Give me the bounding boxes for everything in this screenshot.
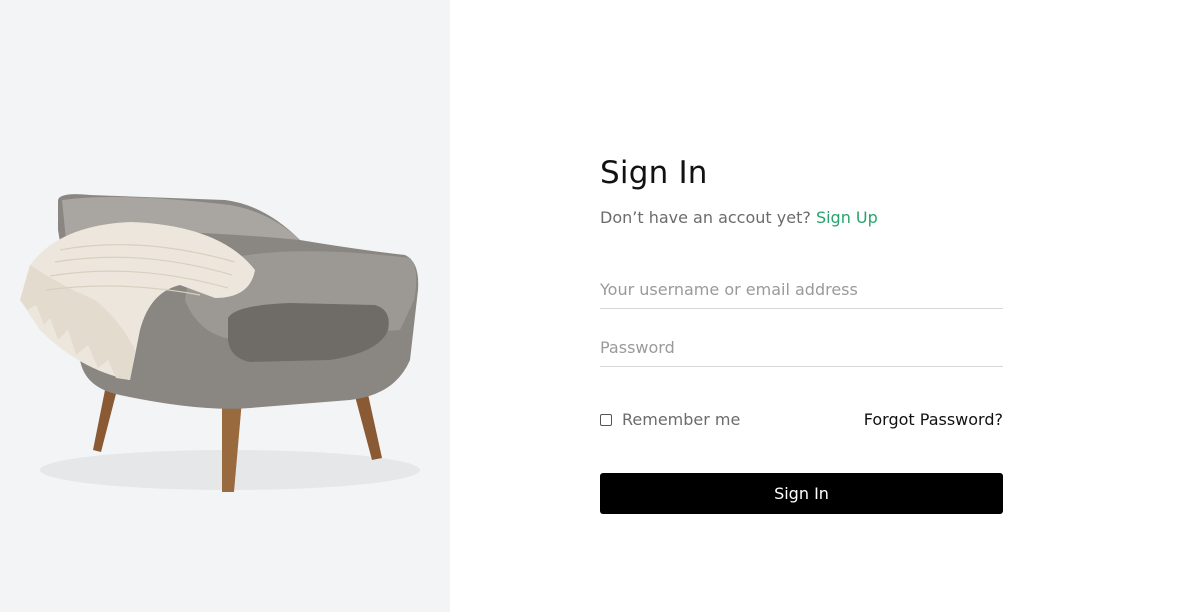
signup-link[interactable]: Sign Up (816, 208, 878, 227)
username-input[interactable] (600, 270, 1003, 309)
remember-me[interactable]: Remember me (600, 410, 740, 429)
forgot-password-link[interactable]: Forgot Password? (864, 410, 1003, 429)
hero-panel (0, 0, 450, 612)
signup-prompt-text: Don’t have an accout yet? (600, 208, 811, 227)
sign-in-button[interactable]: Sign In (600, 473, 1003, 514)
remember-me-label: Remember me (622, 410, 741, 429)
remember-me-checkbox[interactable] (600, 413, 612, 426)
armchair-image (20, 194, 420, 492)
password-input[interactable] (600, 328, 1003, 367)
sign-in-form: Sign In Don’t have an accout yet? Sign U… (600, 0, 1003, 612)
page-title: Sign In (600, 155, 708, 191)
signup-prompt: Don’t have an accout yet? Sign Up (600, 208, 878, 227)
